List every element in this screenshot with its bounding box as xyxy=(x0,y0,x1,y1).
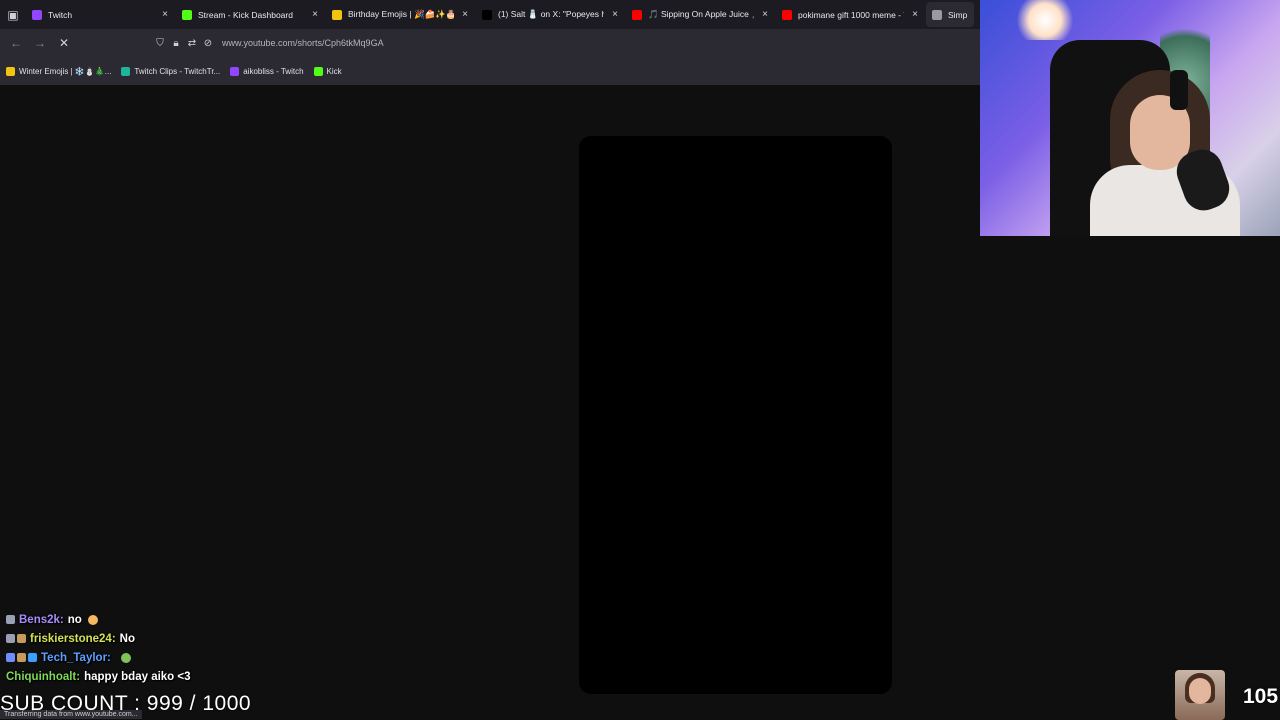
bookmark-label: Kick xyxy=(326,66,342,76)
loading-icon xyxy=(932,9,942,20)
youtube-icon xyxy=(632,9,642,20)
chat-message: Bens2k: no xyxy=(6,610,336,629)
chat-username: Tech_Taylor: xyxy=(41,651,111,664)
shorts-video-player[interactable] xyxy=(579,136,892,694)
browser-tab[interactable]: (1) Salt 🧂 on X: "Popeyes has ... × xyxy=(476,0,626,29)
badge-icon xyxy=(6,615,15,624)
tab-title: Stream - Kick Dashboard xyxy=(198,9,293,20)
browser-tab[interactable]: Simp Do xyxy=(926,2,974,27)
tabs-container: Twitch × Stream - Kick Dashboard × Birthday … xyxy=(26,0,974,29)
chat-message: friskierstone24: No xyxy=(6,629,336,648)
nav-bar: ← → ✕ ⛉ 🔒︎ ⇄ ⊘ www.youtube.com/shorts/Cp… xyxy=(0,29,980,57)
chat-text: No xyxy=(119,632,135,645)
badge-icon xyxy=(6,634,15,643)
badge-icon xyxy=(17,634,26,643)
browser-tab[interactable]: pokimane gift 1000 meme - You × xyxy=(776,0,926,29)
chat-message: Chiquinhoalt: happy bday aiko <3 xyxy=(6,667,336,686)
emote-icon xyxy=(87,614,98,625)
folder-icon xyxy=(332,9,342,20)
counter: 105 xyxy=(1243,685,1279,708)
close-tab-icon[interactable]: × xyxy=(610,9,620,20)
emote-icon xyxy=(120,652,131,663)
bookmark-item[interactable]: Twitch Clips - TwitchTr... xyxy=(121,66,221,76)
headset xyxy=(1170,70,1188,110)
close-tab-icon[interactable]: × xyxy=(310,9,320,20)
lamp-glow xyxy=(1010,0,1080,40)
browser-tab[interactable]: Birthday Emojis | 🎉🍰✨🎂🎁🎈 × xyxy=(326,0,476,29)
tab-title: 🎵 Sipping On Apple Juice 🎵 xyxy=(648,9,754,19)
tab-title: pokimane gift 1000 meme - You xyxy=(798,9,904,20)
chat-text: no xyxy=(67,613,82,626)
youtube-icon xyxy=(782,9,792,20)
badge-icon xyxy=(6,653,15,662)
chat-badges xyxy=(6,634,28,643)
close-tab-icon[interactable]: × xyxy=(160,9,170,20)
tracking-icon[interactable]: ⊘ xyxy=(200,38,216,49)
bookmark-item[interactable]: Winter Emojis | ❄️⛄🎄... xyxy=(6,66,112,76)
tab-bar: ▣ Twitch × Stream - Kick Dashboard × Birthda… xyxy=(0,0,980,29)
shield-icon[interactable]: ⛉ xyxy=(152,38,168,49)
close-tab-icon[interactable]: × xyxy=(460,9,470,20)
twitchtracker-icon xyxy=(121,66,131,76)
tab-title: Twitch xyxy=(48,9,73,20)
webcam-overlay xyxy=(980,0,1280,236)
x-icon xyxy=(482,9,492,20)
browser-tab[interactable]: 🎵 Sipping On Apple Juice 🎵 × xyxy=(626,0,776,29)
stop-loading-button[interactable]: ✕ xyxy=(52,31,76,55)
close-tab-icon[interactable]: × xyxy=(760,9,770,20)
bookmarks-bar: Winter Emojis | ❄️⛄🎄... Twitch Clips - Tw… xyxy=(0,57,980,85)
lock-icon[interactable]: 🔒︎ xyxy=(168,38,184,49)
kick-icon xyxy=(182,9,192,20)
bookmark-label: Winter Emojis | ❄️⛄🎄... xyxy=(19,66,112,76)
twitch-icon xyxy=(32,9,42,20)
browser-tab[interactable]: Twitch × xyxy=(26,0,176,29)
badge-icon xyxy=(17,653,26,662)
kick-icon xyxy=(313,66,323,76)
tab-title: (1) Salt 🧂 on X: "Popeyes has ... xyxy=(498,9,604,19)
tab-title: Birthday Emojis | 🎉🍰✨🎂🎁🎈 xyxy=(348,9,454,19)
address-bar[interactable]: ⛉ 🔒︎ ⇄ ⊘ www.youtube.com/shorts/Cph6tkMq… xyxy=(152,32,972,54)
chat-username: Bens2k: xyxy=(19,613,64,626)
chat-badges xyxy=(6,615,17,624)
twitch-icon xyxy=(230,66,240,76)
tab-title: Simp Do xyxy=(948,9,968,20)
bookmark-item[interactable]: aikobliss - Twitch xyxy=(230,66,304,76)
mini-webcam xyxy=(1175,670,1225,720)
back-button[interactable]: ← xyxy=(4,31,28,55)
mini-face xyxy=(1189,678,1211,704)
browser-tab[interactable]: Stream - Kick Dashboard × xyxy=(176,0,326,29)
chat-message: Tech_Taylor: xyxy=(6,648,336,667)
chat-badges xyxy=(6,653,39,662)
chat-text: happy bday aiko <3 xyxy=(84,670,191,683)
chat-username: Chiquinhoalt: xyxy=(6,670,81,683)
chat-username: friskierstone24: xyxy=(30,632,116,645)
close-tab-icon[interactable]: × xyxy=(910,9,920,20)
badge-icon xyxy=(28,653,37,662)
status-bar: Transferring data from www.youtube.com..… xyxy=(0,710,142,719)
bookmark-label: aikobliss - Twitch xyxy=(243,66,304,76)
forward-button[interactable]: → xyxy=(28,31,52,55)
tab-list-icon[interactable]: ▣ xyxy=(0,0,26,29)
bookmark-item[interactable]: Kick xyxy=(313,66,342,76)
bookmark-label: Twitch Clips - TwitchTr... xyxy=(134,66,221,76)
url-text[interactable]: www.youtube.com/shorts/Cph6tkMq9GA xyxy=(222,38,384,48)
permissions-icon[interactable]: ⇄ xyxy=(184,38,200,49)
chat-overlay: Bens2k: no friskierstone24: No Tech_Taylor: C… xyxy=(6,610,336,686)
folder-icon xyxy=(6,66,15,76)
